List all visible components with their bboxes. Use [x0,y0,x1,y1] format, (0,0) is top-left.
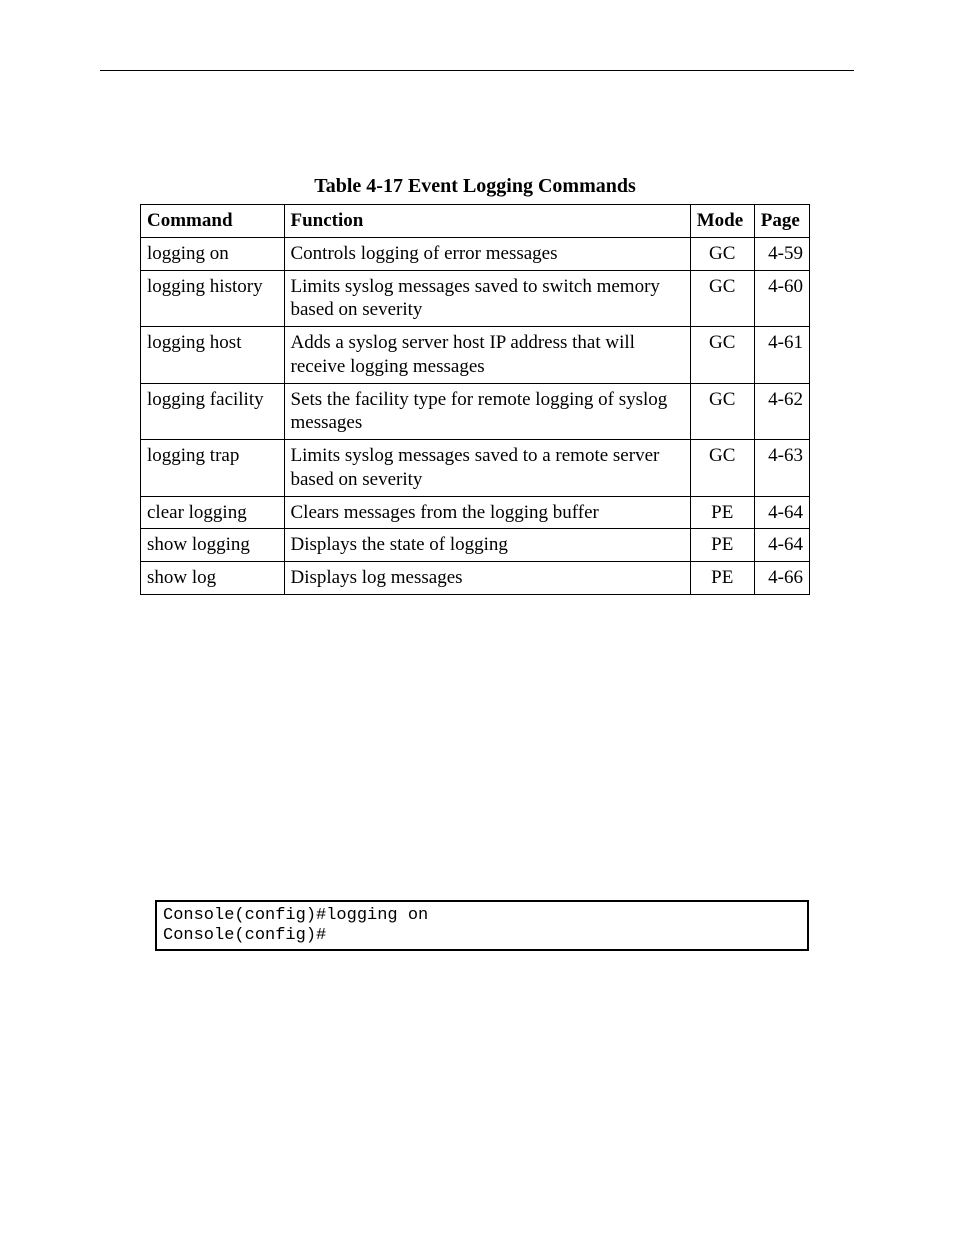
cell-command: logging host [141,327,285,384]
table-row: logging host Adds a syslog server host I… [141,327,810,384]
cell-function: Limits syslog messages saved to a remote… [284,440,690,497]
table-row: clear logging Clears messages from the l… [141,496,810,529]
table-row: show logging Displays the state of loggi… [141,529,810,562]
cell-mode: PE [690,529,754,562]
table-header-row: Command Function Mode Page [141,205,810,238]
cell-page: 4-63 [754,440,809,497]
cli-example: Console(config)#logging on Console(confi… [155,900,809,951]
cell-command: clear logging [141,496,285,529]
cell-command: logging on [141,237,285,270]
cell-page: 4-62 [754,383,809,440]
cell-mode: GC [690,237,754,270]
cell-function: Displays the state of logging [284,529,690,562]
cell-mode: PE [690,562,754,595]
cell-command: logging history [141,270,285,327]
th-page: Page [754,205,809,238]
cell-command: logging trap [141,440,285,497]
cell-command: show log [141,562,285,595]
cell-page: 4-64 [754,496,809,529]
content: Table 4-17 Event Logging Commands Comman… [140,175,810,595]
cell-mode: GC [690,270,754,327]
th-mode: Mode [690,205,754,238]
cell-function: Sets the facility type for remote loggin… [284,383,690,440]
cell-page: 4-61 [754,327,809,384]
table-caption: Table 4-17 Event Logging Commands [140,175,810,198]
table-row: logging on Controls logging of error mes… [141,237,810,270]
cell-page: 4-64 [754,529,809,562]
cell-mode: GC [690,440,754,497]
cell-function: Adds a syslog server host IP address tha… [284,327,690,384]
cell-function: Limits syslog messages saved to switch m… [284,270,690,327]
cell-function: Displays log messages [284,562,690,595]
command-table: Command Function Mode Page logging on Co… [140,204,810,595]
table-row: logging facility Sets the facility type … [141,383,810,440]
th-command: Command [141,205,285,238]
cell-mode: PE [690,496,754,529]
th-function: Function [284,205,690,238]
cell-command: logging facility [141,383,285,440]
page: Table 4-17 Event Logging Commands Comman… [0,0,954,1235]
cell-function: Clears messages from the logging buffer [284,496,690,529]
cell-page: 4-59 [754,237,809,270]
cell-page: 4-66 [754,562,809,595]
header-rule [100,70,854,71]
cell-command: show logging [141,529,285,562]
table-row: logging trap Limits syslog messages save… [141,440,810,497]
table-row: logging history Limits syslog messages s… [141,270,810,327]
table-row: show log Displays log messages PE 4-66 [141,562,810,595]
cell-mode: GC [690,383,754,440]
cell-function: Controls logging of error messages [284,237,690,270]
cell-mode: GC [690,327,754,384]
cell-page: 4-60 [754,270,809,327]
